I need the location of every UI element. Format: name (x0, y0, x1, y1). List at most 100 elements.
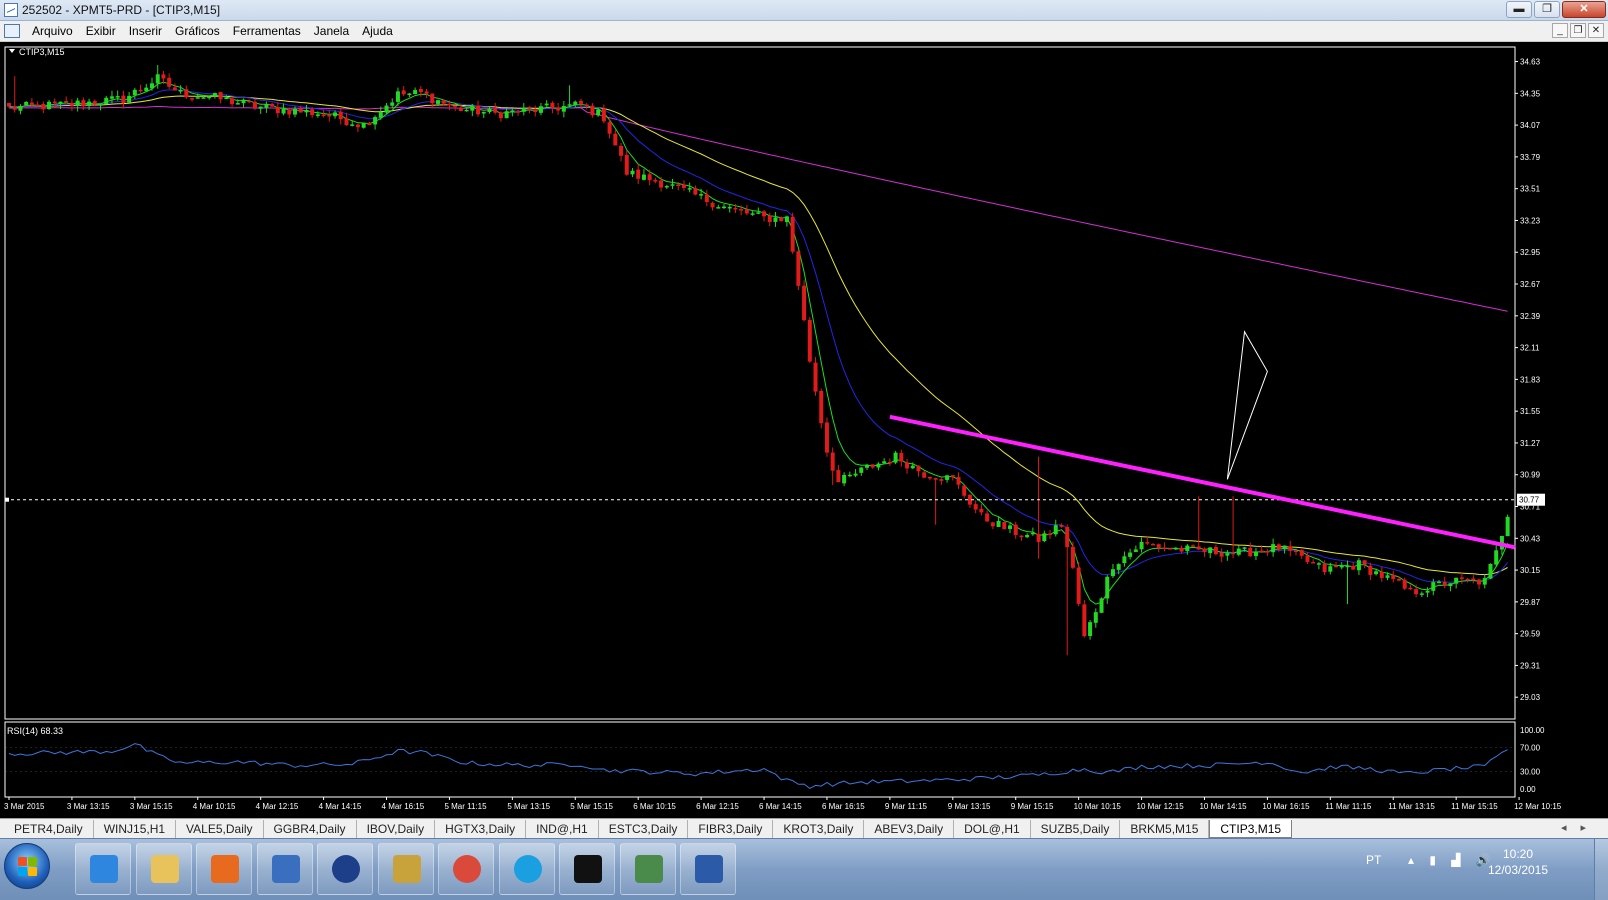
taskbar-button[interactable] (438, 843, 494, 895)
clock-time[interactable]: 10:20 (1488, 847, 1548, 861)
bull-candle (510, 110, 515, 113)
tab-estc3-daily[interactable]: ESTC3,Daily (599, 820, 689, 838)
clock-date[interactable]: 12/03/2015 (1478, 863, 1558, 877)
chart-area[interactable]: CTIP3,M15 34.63 34.35 34.07 33.79 33.51 33.23… (0, 43, 1608, 814)
bear-candle (1065, 526, 1070, 548)
bull-candle (722, 206, 726, 209)
bull-candle (1374, 571, 1379, 575)
taskbar-button[interactable] (498, 843, 555, 895)
time-axis-label: 11 Mar 13:15 (1388, 802, 1435, 811)
bull-candle (281, 108, 286, 114)
taskbar-button[interactable] (317, 843, 373, 895)
price-axis-label: 32.67 (1520, 280, 1541, 289)
menu-inserir[interactable]: Inserir (127, 21, 173, 42)
bull-candle (1242, 547, 1247, 549)
taskbar-button[interactable] (135, 843, 192, 895)
bear-candle (779, 217, 784, 222)
minimize-button[interactable]: ▬ (1506, 1, 1532, 18)
taskbar-button[interactable] (196, 843, 252, 895)
tab-winj15-h1[interactable]: WINJ15,H1 (94, 820, 177, 838)
taskbar-button[interactable] (559, 843, 615, 895)
language-indicator[interactable]: PT (1366, 853, 1381, 867)
bear-candle (1196, 546, 1201, 550)
time-axis-label: 5 Mar 11:15 (444, 802, 487, 811)
taskbar-button[interactable] (680, 843, 736, 895)
menu-arquivo[interactable]: Arquivo (30, 21, 84, 42)
tab-petr4-daily[interactable]: PETR4,Daily (4, 820, 94, 838)
menu-graficos[interactable]: Gráficos (173, 21, 231, 42)
menu-exibir[interactable]: Exibir (84, 21, 127, 42)
bull-candle (224, 97, 229, 100)
bear-candle (458, 107, 463, 112)
show-desktop-button[interactable] (1594, 839, 1608, 900)
tabs-scroll-arrows[interactable]: ◂▸ (1561, 821, 1600, 834)
price-axis-label: 34.07 (1520, 121, 1541, 130)
tab-hgtx3-daily[interactable]: HGTX3,Daily (435, 820, 527, 838)
tab-dol-h1[interactable]: DOL@,H1 (954, 820, 1031, 838)
bear-candle (1351, 565, 1356, 570)
taskbar-button[interactable] (75, 843, 131, 895)
bear-candle (807, 319, 812, 362)
price-axis-label: 32.95 (1520, 248, 1541, 257)
tab-abev3-daily[interactable]: ABEV3,Daily (864, 820, 955, 838)
bear-candle (247, 100, 252, 103)
menu-ajuda[interactable]: Ajuda (360, 21, 404, 42)
bear-candle (29, 102, 34, 105)
bear-candle (802, 285, 807, 321)
bear-candle (550, 102, 555, 109)
bull-candle (1122, 556, 1127, 564)
chart-restore-button[interactable]: ❐ (1570, 23, 1586, 38)
internet-explorer-icon (90, 855, 118, 883)
bear-candle (619, 145, 624, 156)
taskbar-button[interactable] (377, 843, 434, 895)
window-controls: ▬ ❐ ✕ (1506, 1, 1606, 18)
close-button[interactable]: ✕ (1562, 1, 1606, 18)
bear-candle (1276, 544, 1281, 550)
bull-candle (1454, 577, 1459, 584)
bear-candle (1259, 550, 1264, 552)
chart-minimize-button[interactable]: _ (1552, 23, 1568, 38)
menu-ferramentas[interactable]: Ferramentas (231, 21, 312, 42)
bear-candle (418, 89, 423, 93)
bear-candle (556, 107, 561, 111)
windows-flag-icon (18, 857, 38, 877)
bull-candle (481, 111, 486, 114)
bear-candle (184, 89, 189, 98)
tab-brkm5-m15[interactable]: BRKM5,M15 (1120, 820, 1210, 838)
bear-candle (990, 522, 995, 527)
bull-candle (773, 217, 778, 222)
chart-close-button[interactable]: ✕ (1588, 23, 1604, 38)
tab-ind-h1[interactable]: IND@,H1 (526, 820, 599, 838)
bull-candle (996, 520, 1001, 527)
bull-candle (1345, 565, 1350, 568)
tab-ctip3-m15[interactable]: CTIP3,M15 (1209, 820, 1293, 838)
chart-window-icon[interactable] (4, 24, 20, 38)
tab-fibr3-daily[interactable]: FIBR3,Daily (688, 820, 774, 838)
tab-ibov-daily[interactable]: IBOV,Daily (357, 820, 436, 838)
bear-candle (161, 74, 166, 79)
time-axis-label: 12 Mar 10:15 (1514, 802, 1562, 811)
bear-candle (275, 107, 280, 114)
title-bar[interactable]: 252502 - XPMT5-PRD - [CTIP3,M15] ▬ ❐ ✕ (0, 0, 1608, 21)
tab-vale5-daily[interactable]: VALE5,Daily (176, 820, 264, 838)
bull-candle (413, 90, 418, 95)
bull-candle (521, 107, 526, 112)
bull-candle (561, 106, 566, 112)
bear-candle (287, 109, 292, 115)
tab-suzb5-daily[interactable]: SUZB5,Daily (1031, 820, 1121, 838)
tab-krot3-daily[interactable]: KROT3,Daily (773, 820, 865, 838)
menu-janela[interactable]: Janela (312, 21, 360, 42)
symbol-tabs-bar: PETR4,Daily WINJ15,H1 VALE5,Daily GGBR4,Dai… (0, 818, 1608, 838)
price-chart[interactable]: CTIP3,M15 34.63 34.35 34.07 33.79 33.51 33.23… (0, 43, 1608, 814)
windows-taskbar: PT ▴ ▮ ▟ 🔊 10:20 12/03/2015 (0, 838, 1608, 900)
taskbar-button[interactable] (256, 843, 313, 895)
maximize-button[interactable]: ❐ (1534, 1, 1560, 18)
taskbar-button[interactable] (619, 843, 676, 895)
bull-candle (750, 213, 755, 215)
start-button[interactable] (4, 843, 50, 889)
bull-candle (201, 97, 206, 99)
bear-candle (905, 462, 910, 469)
bull-candle (1105, 576, 1110, 599)
tab-ggbr4-daily[interactable]: GGBR4,Daily (264, 820, 357, 838)
bear-candle (824, 422, 829, 453)
